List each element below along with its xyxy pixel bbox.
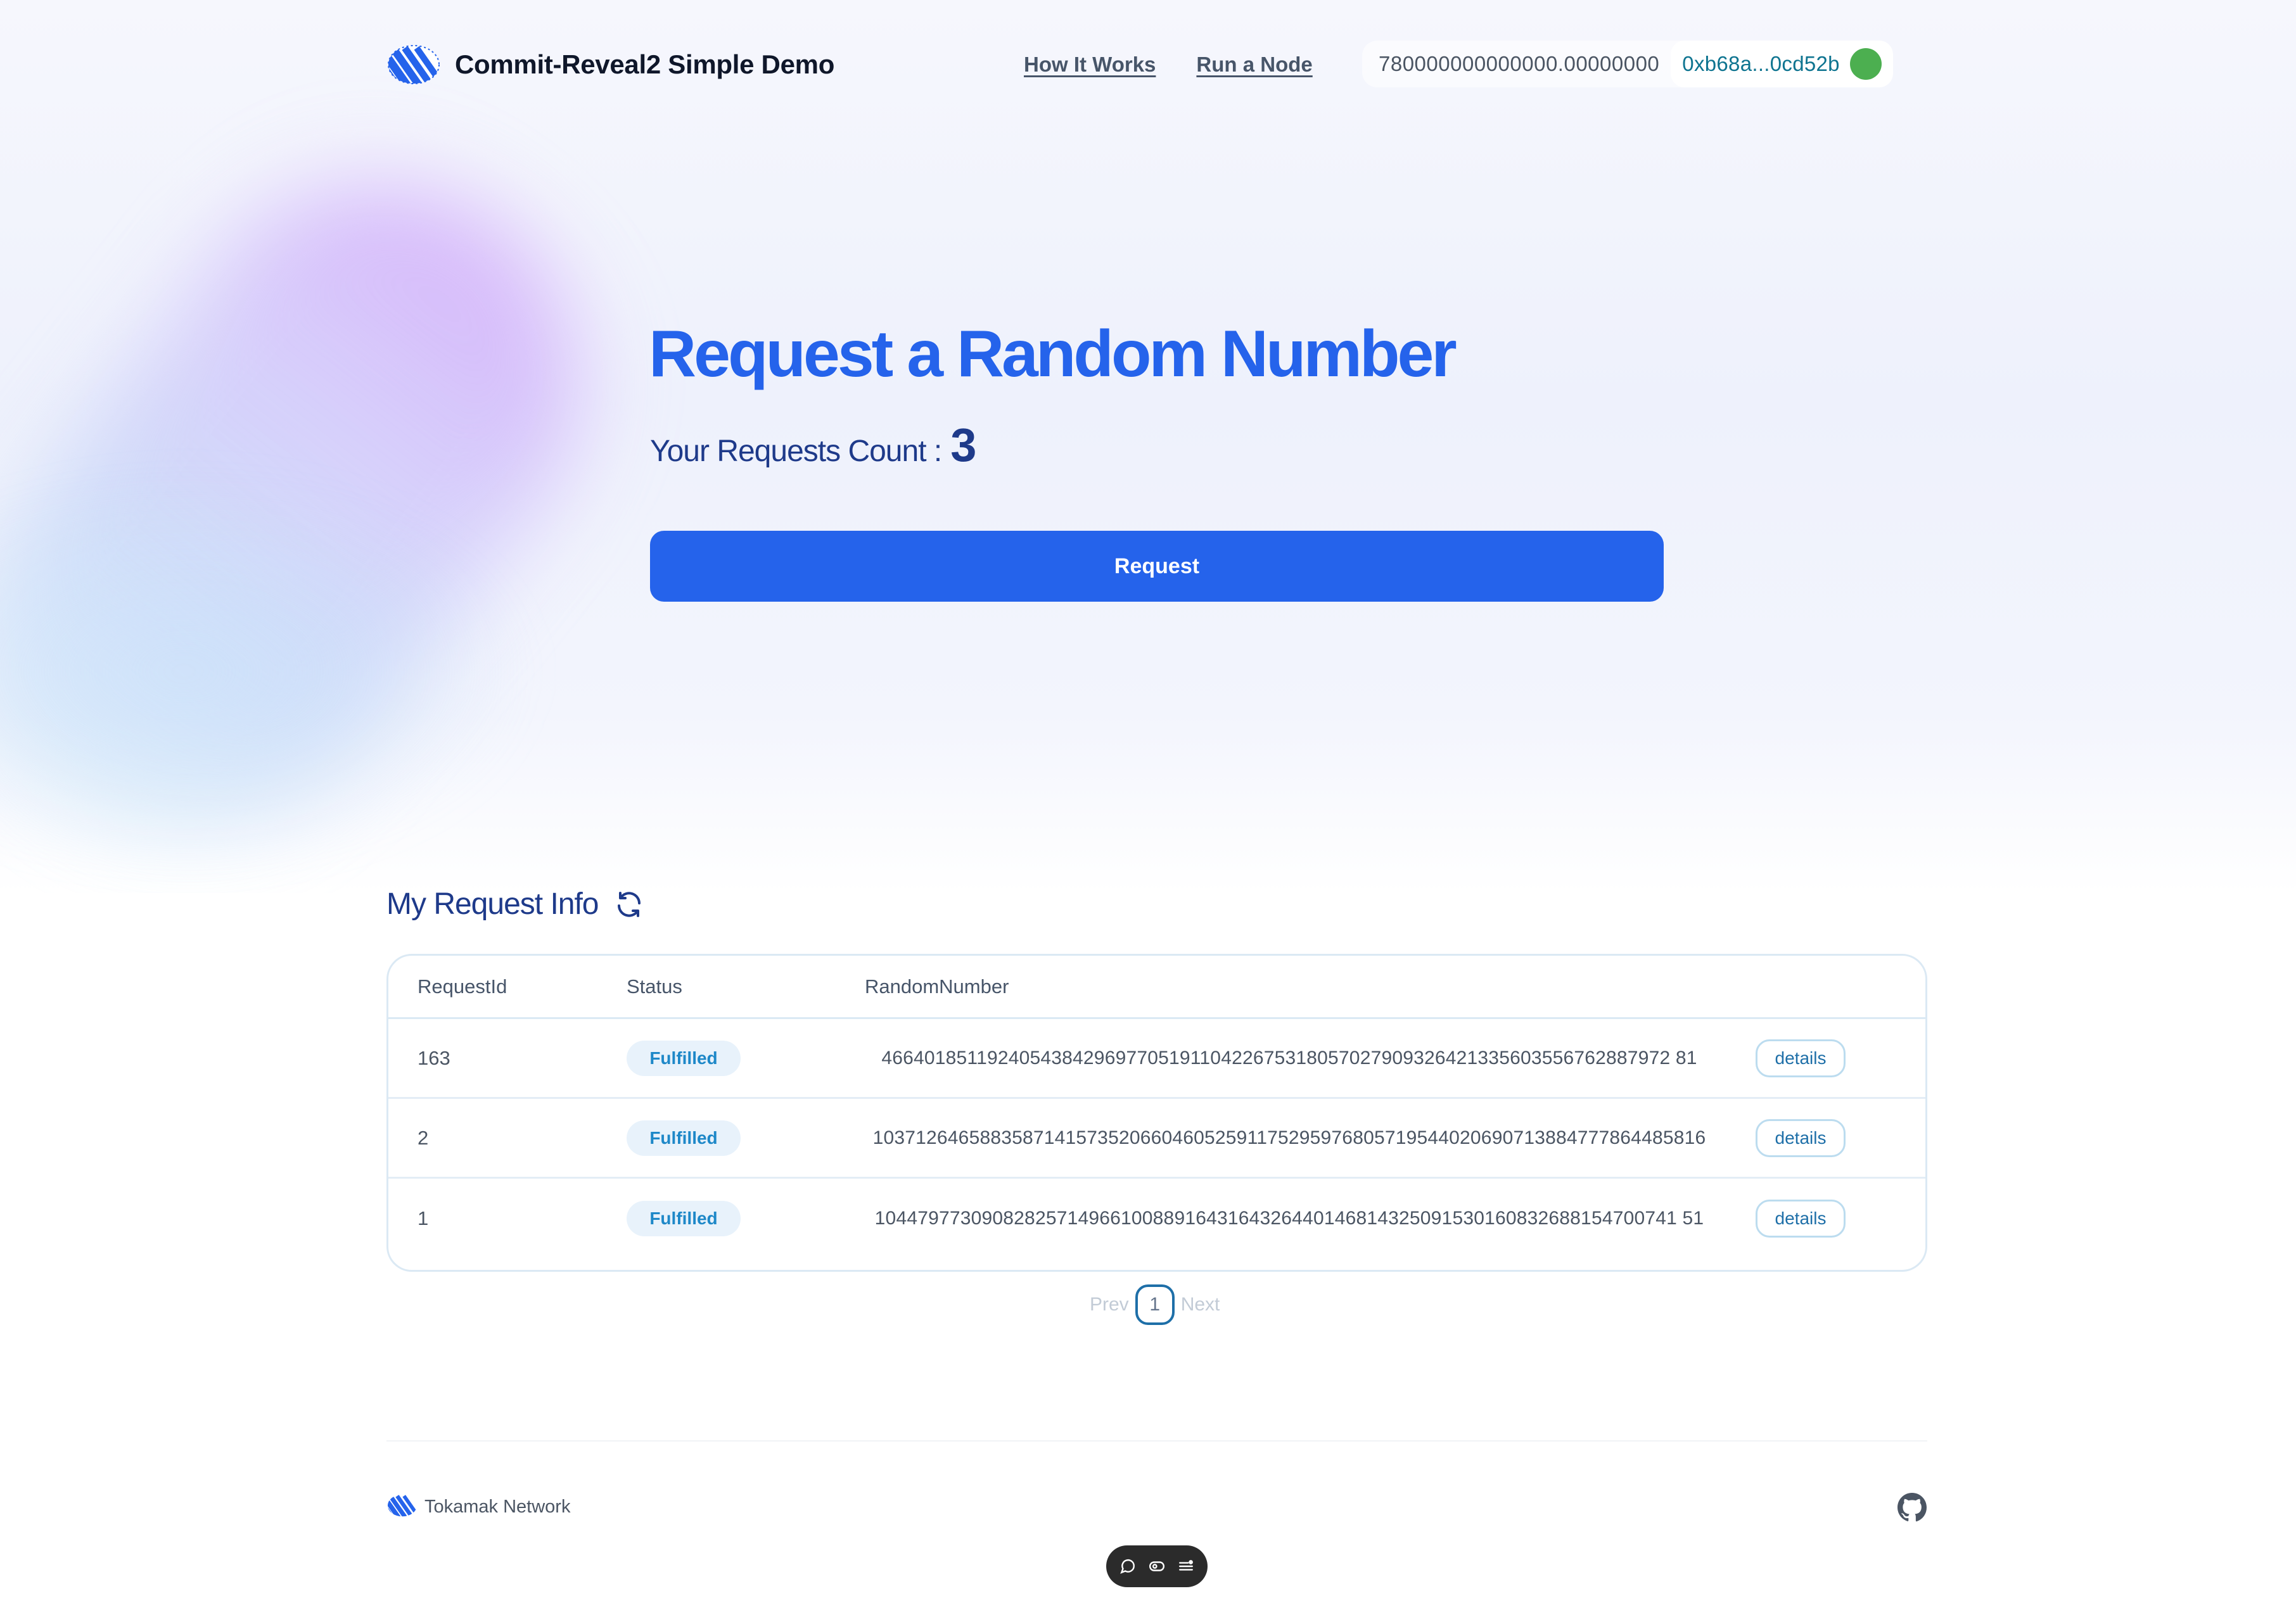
app-title: Commit-Reveal2 Simple Demo: [455, 49, 835, 79]
top-header: Commit-Reveal2 Simple Demo How It Works …: [386, 38, 1913, 91]
details-button[interactable]: details: [1756, 1200, 1846, 1238]
tokamak-logo-icon: [386, 1493, 418, 1521]
prev-page-button[interactable]: Prev: [1090, 1294, 1129, 1315]
connected-status-icon: [1849, 48, 1882, 80]
main-nav: How It Works Run a Node: [1024, 53, 1313, 77]
request-info-header: My Request Info: [386, 887, 644, 922]
request-button[interactable]: Request: [650, 531, 1664, 602]
nav-link-how-it-works[interactable]: How It Works: [1024, 53, 1156, 77]
request-count-value: 3: [950, 419, 977, 471]
table-row: 163 Fulfilled 46640185119240543842969770…: [388, 1019, 1925, 1099]
brand[interactable]: Commit-Reveal2 Simple Demo: [386, 44, 834, 86]
status-badge: Fulfilled: [627, 1201, 741, 1236]
account-button[interactable]: 0xb68a...0cd52b: [1671, 41, 1893, 87]
hero-background: [0, 0, 2296, 893]
table-row: 2 Fulfilled 1037126465883587141573520660…: [388, 1099, 1925, 1179]
request-id: 163: [418, 1046, 450, 1069]
next-page-button[interactable]: Next: [1181, 1294, 1220, 1315]
gradient-glow: [0, 481, 532, 861]
details-button[interactable]: details: [1756, 1039, 1846, 1077]
section-title: My Request Info: [386, 887, 599, 921]
random-number: 1044797730908282571496610088916431643264…: [874, 1208, 1704, 1229]
footer-brand[interactable]: Tokamak Network: [386, 1493, 570, 1521]
menu-icon[interactable]: [1178, 1558, 1194, 1575]
random-number: 1037126465883587141573520660460525911752…: [872, 1127, 1706, 1148]
request-id: 2: [418, 1126, 429, 1149]
request-count-label: Your Requests Count :: [650, 434, 942, 468]
floating-toolbar: [1106, 1545, 1208, 1587]
random-number: 4664018511924054384296977051911042267531…: [881, 1047, 1697, 1068]
tokamak-logo-icon: [386, 44, 441, 86]
wallet-widget[interactable]: 780000000000000.00000000 0xb68a...0cd52b: [1362, 41, 1893, 87]
request-count: Your Requests Count : 3: [650, 418, 976, 472]
request-id: 1: [418, 1207, 429, 1229]
footer-divider: [386, 1440, 1927, 1442]
nav-link-run-a-node[interactable]: Run a Node: [1196, 53, 1312, 77]
refresh-icon[interactable]: [614, 889, 644, 920]
pagination: Prev 1 Next: [1090, 1284, 1220, 1325]
table-row: 1 Fulfilled 1044797730908282571496610088…: [388, 1179, 1925, 1258]
page-title: Request a Random Number: [649, 317, 1457, 391]
column-header-requestid: RequestId: [418, 975, 507, 998]
column-header-randomnumber: RandomNumber: [865, 975, 1009, 998]
page-number-button[interactable]: 1: [1135, 1284, 1175, 1325]
status-badge: Fulfilled: [627, 1040, 741, 1076]
eye-icon[interactable]: [1149, 1558, 1165, 1575]
details-button[interactable]: details: [1756, 1119, 1846, 1157]
wallet-balance: 780000000000000.00000000: [1379, 52, 1660, 75]
column-header-status: Status: [627, 975, 682, 998]
table-header: RequestId Status RandomNumber: [388, 956, 1925, 1019]
comment-icon[interactable]: [1119, 1558, 1136, 1575]
request-table: RequestId Status RandomNumber 163 Fulfil…: [386, 954, 1927, 1272]
footer-brand-label: Tokamak Network: [424, 1497, 571, 1517]
wallet-address: 0xb68a...0cd52b: [1682, 52, 1840, 75]
status-badge: Fulfilled: [627, 1120, 741, 1156]
github-icon[interactable]: [1897, 1492, 1927, 1526]
